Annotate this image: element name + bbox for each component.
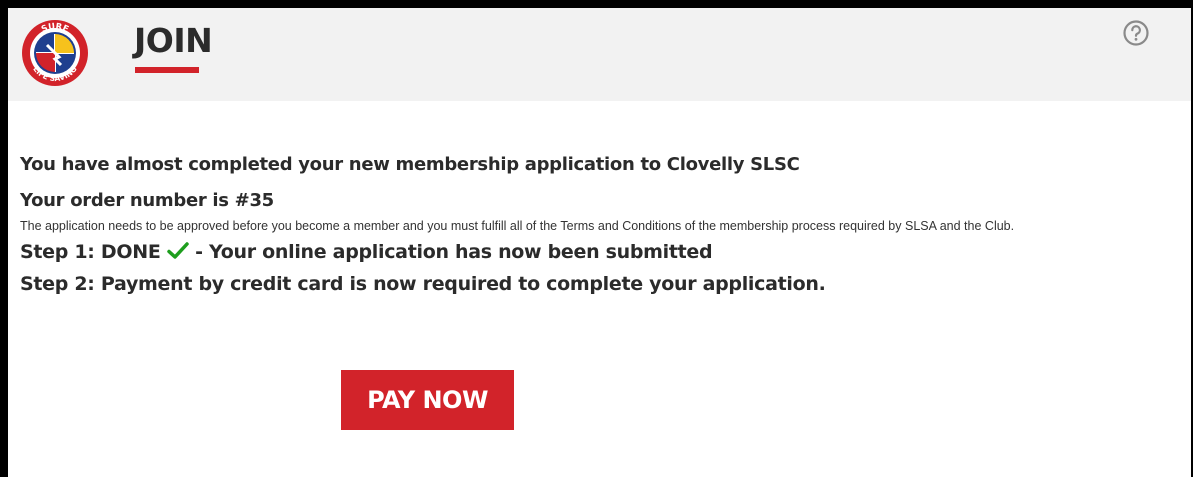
checkmark-icon bbox=[167, 242, 189, 259]
confirmation-content: You have almost completed your new membe… bbox=[20, 154, 1180, 295]
title-underline bbox=[135, 67, 199, 73]
step-1: Step 1: DONE - Your online application h… bbox=[20, 241, 1180, 263]
page-title: JOIN bbox=[134, 21, 213, 60]
page-header: SURF LIFE SAVING JOIN bbox=[8, 8, 1191, 101]
surf-life-saving-logo[interactable]: SURF LIFE SAVING bbox=[21, 17, 89, 89]
step-1-text: - Your online application has now been s… bbox=[188, 241, 713, 263]
question-circle-icon[interactable] bbox=[1123, 20, 1149, 46]
order-number: Your order number is #35 bbox=[20, 190, 274, 211]
pay-now-button[interactable]: PAY NOW bbox=[341, 370, 514, 430]
completion-heading: You have almost completed your new membe… bbox=[20, 154, 800, 175]
step-1-prefix: Step 1: DONE bbox=[20, 241, 161, 263]
approval-note: The application needs to be approved bef… bbox=[20, 219, 1015, 233]
step-2: Step 2: Payment by credit card is now re… bbox=[20, 273, 826, 295]
